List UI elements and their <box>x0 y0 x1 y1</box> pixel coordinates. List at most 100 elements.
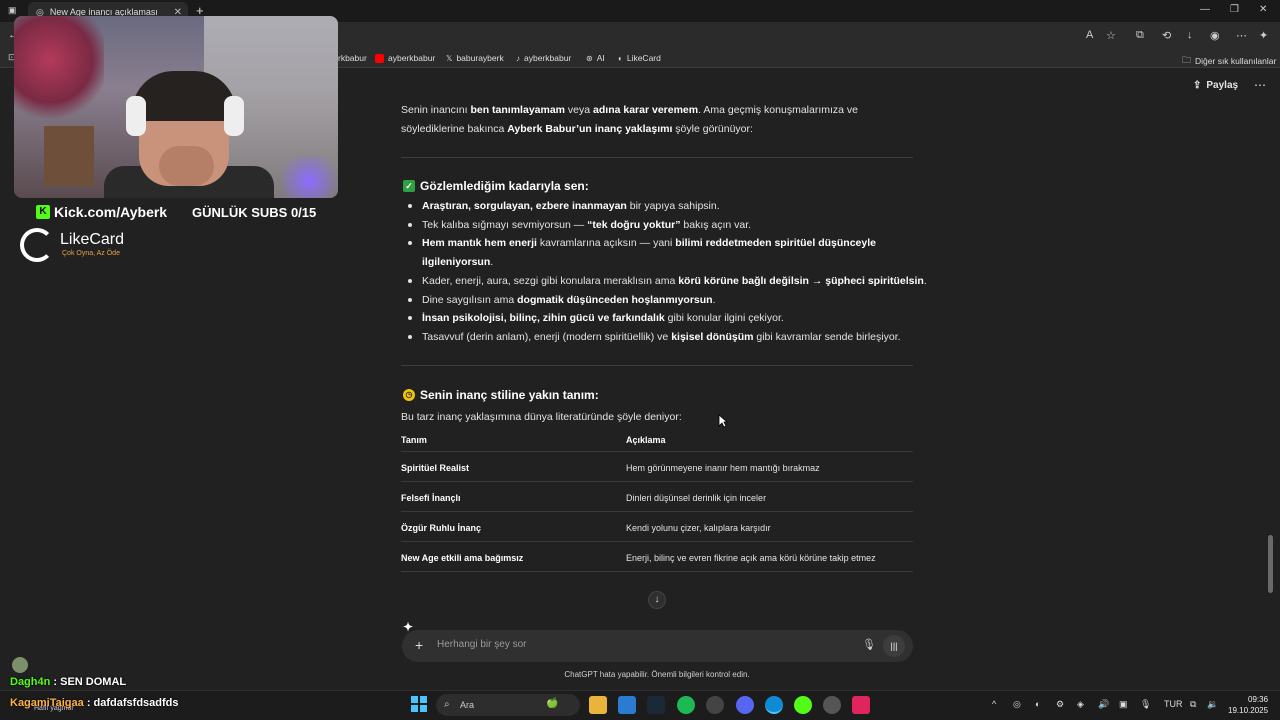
mouse-cursor-icon <box>718 414 728 428</box>
tray-app-icon[interactable]: ◎ <box>1013 699 1021 710</box>
chat-avatar <box>12 657 28 673</box>
bookmark-item[interactable]: ♪ ayberkbabur <box>516 53 571 63</box>
window-menu-icon[interactable]: ▣ <box>8 5 17 16</box>
text: Tek kalıba sığmayı sevmiyorsun — <box>422 218 588 231</box>
table-cell-description: Hem görünmeyene inanır hem mantığı bırak… <box>626 463 820 473</box>
x-icon: 𝕏 <box>446 53 453 63</box>
chat-text: : dafdafsfdsadfds <box>83 697 179 709</box>
search-label: Ara <box>460 700 475 710</box>
text: Senin inancını <box>401 104 471 116</box>
kick-url: Kick.com/Ayberk <box>54 204 168 220</box>
likecard-tagline: Çok Oyna, Az Öde <box>62 250 120 257</box>
favorite-star-icon[interactable]: ☆ <box>1106 29 1116 42</box>
bold-text: kişisel dönüşüm <box>671 330 754 343</box>
kick-app-icon[interactable] <box>794 696 812 714</box>
table-row: Spiritüel Realist Hem görünmeyene inanır… <box>401 451 913 481</box>
webcam-light <box>274 156 338 198</box>
chat-text: : SEN DOMAL <box>50 676 127 688</box>
bold-text: körü körüne bağlı değilsin → şüpheci spi… <box>678 274 924 287</box>
steam-icon[interactable] <box>647 696 665 714</box>
definition-heading: ◷ Senin inanç stiline yakın tanım: <box>403 388 599 402</box>
history-icon[interactable]: ⟲ <box>1162 29 1171 42</box>
taskbar-clock[interactable]: 09:36 19.10.2025 <box>1228 694 1268 716</box>
message-input[interactable]: Herhangi bir şey sor <box>437 639 526 650</box>
text: . <box>712 293 716 306</box>
table-cell-description: Dinleri düşünsel derinlik için inceler <box>626 493 767 503</box>
tray-steam-icon[interactable]: ◈ <box>1077 699 1084 710</box>
app-icon[interactable] <box>852 696 870 714</box>
tray-app-icon[interactable]: ◐ <box>1035 699 1040 709</box>
file-explorer-icon[interactable] <box>589 696 607 714</box>
youtube-icon <box>375 53 384 63</box>
language-indicator[interactable]: TUR <box>1164 699 1183 709</box>
kick-channel-banner: K Kick.com/Ayberk <box>36 204 167 220</box>
copilot-icon[interactable]: ✦ <box>1259 29 1268 42</box>
webcam-overlay <box>14 16 338 198</box>
other-bookmarks[interactable]: 🗀 Diğer sık kullanılanlar <box>1182 53 1276 69</box>
tray-app-icon[interactable]: ⚙ <box>1056 699 1064 710</box>
bookmark-item[interactable]: ayberkbabur <box>375 53 435 63</box>
bookmark-item[interactable]: ◐ LikeCard <box>618 53 661 63</box>
microphone-icon[interactable]: 🎙 <box>862 638 876 651</box>
clock-date: 19.10.2025 <box>1228 706 1269 715</box>
bold-text: İnsan psikolojisi, bilinç, zihin gücü ve… <box>422 312 665 325</box>
bookmark-label: rkbabur <box>338 53 367 63</box>
maximize-icon[interactable]: ❐ <box>1230 4 1239 15</box>
profile-icon[interactable]: ◉ <box>1210 29 1220 42</box>
bookmark-label: AI <box>596 53 605 63</box>
minimize-icon[interactable]: — <box>1200 4 1210 15</box>
network-icon[interactable]: ⧉ <box>1190 699 1196 710</box>
download-icon[interactable]: ↓ <box>1187 29 1193 41</box>
edge-icon[interactable] <box>765 696 783 714</box>
table-row: Özgür Ruhlu İnanç Kendi yolunu çizer, ka… <box>401 511 913 541</box>
share-button[interactable]: ⇪ Paylaş <box>1193 80 1238 91</box>
discord-icon[interactable] <box>736 696 754 714</box>
text: . <box>923 274 927 287</box>
page-scrollbar[interactable] <box>1268 535 1273 593</box>
chat-message: Dagh4n : SEN DOMAL <box>10 676 126 688</box>
browser-menu-icon[interactable]: ⋯ <box>1236 29 1247 42</box>
read-aloud-icon[interactable]: A <box>1086 29 1093 41</box>
message-composer[interactable]: + Herhangi bir şey sor 🎙 ||| <box>402 630 913 662</box>
webcam-decor <box>14 16 104 126</box>
tray-overflow-icon[interactable]: ^ <box>992 699 996 709</box>
taskbar-search[interactable]: ⌕ Ara 🍏 <box>436 694 580 716</box>
likecard-icon: ◐ <box>618 53 623 63</box>
speaker-icon[interactable]: 🔉 <box>1207 699 1218 710</box>
tray-mic-icon[interactable]: 🎙 <box>1140 699 1151 710</box>
bookmark-item[interactable]: rkbabur <box>338 53 367 63</box>
scroll-down-button[interactable]: ↓ <box>648 591 666 609</box>
close-window-icon[interactable]: ✕ <box>1259 4 1267 15</box>
attach-plus-icon[interactable]: + <box>415 637 423 653</box>
table-row: Felsefi İnançlı Dinleri düşünsel derinli… <box>401 481 913 511</box>
tray-volume-icon[interactable]: 🔊 <box>1098 699 1109 710</box>
text: kavramlarına açıksın — yani <box>536 237 676 250</box>
heading-text: Senin inanç stiline yakın tanım: <box>420 388 599 402</box>
bookmark-label: LikeCard <box>626 53 661 63</box>
likecard-mark-icon <box>20 228 54 262</box>
tray-app-icon[interactable]: ▣ <box>1119 699 1128 710</box>
windows-start-icon[interactable] <box>411 696 427 712</box>
list-item: Araştıran, sorgulayan, ezbere inanmayan … <box>408 197 928 216</box>
app-icon[interactable] <box>706 696 724 714</box>
obs-icon[interactable] <box>823 696 841 714</box>
likecard-name: LikeCard <box>60 231 125 248</box>
bold-text: Araştıran, sorgulayan, ezbere inanmayan <box>422 200 627 212</box>
chat-message: KagamiTaigaa : dafdafsfdsadfds <box>10 697 179 709</box>
bookmark-item[interactable]: ⊛ AI <box>586 53 605 63</box>
bookmark-item[interactable]: 𝕏 baburayberk <box>446 53 504 63</box>
chat-username: KagamiTaigaa <box>10 697 84 709</box>
table-row: New Age etkili ama bağımsız Enerji, bili… <box>401 541 913 571</box>
spotify-icon[interactable] <box>677 696 695 714</box>
photos-icon[interactable] <box>618 696 636 714</box>
extensions-icon[interactable]: ⧉ <box>1136 29 1144 42</box>
clock-time: 09:36 <box>1248 695 1269 704</box>
bookmark-label: ayberkbabur <box>388 53 436 63</box>
divider <box>401 157 913 158</box>
more-options-icon[interactable]: ⋯ <box>1254 78 1266 92</box>
list-item: Kader, enerji, aura, sezgi gibi konulara… <box>408 272 928 291</box>
table-cell-term: New Age etkili ama bağımsız <box>401 553 524 563</box>
folder-icon: 🗀 <box>1182 55 1192 65</box>
bold-text: Hem mantık hem enerji <box>422 237 537 250</box>
voice-mode-icon[interactable]: ||| <box>883 635 905 657</box>
